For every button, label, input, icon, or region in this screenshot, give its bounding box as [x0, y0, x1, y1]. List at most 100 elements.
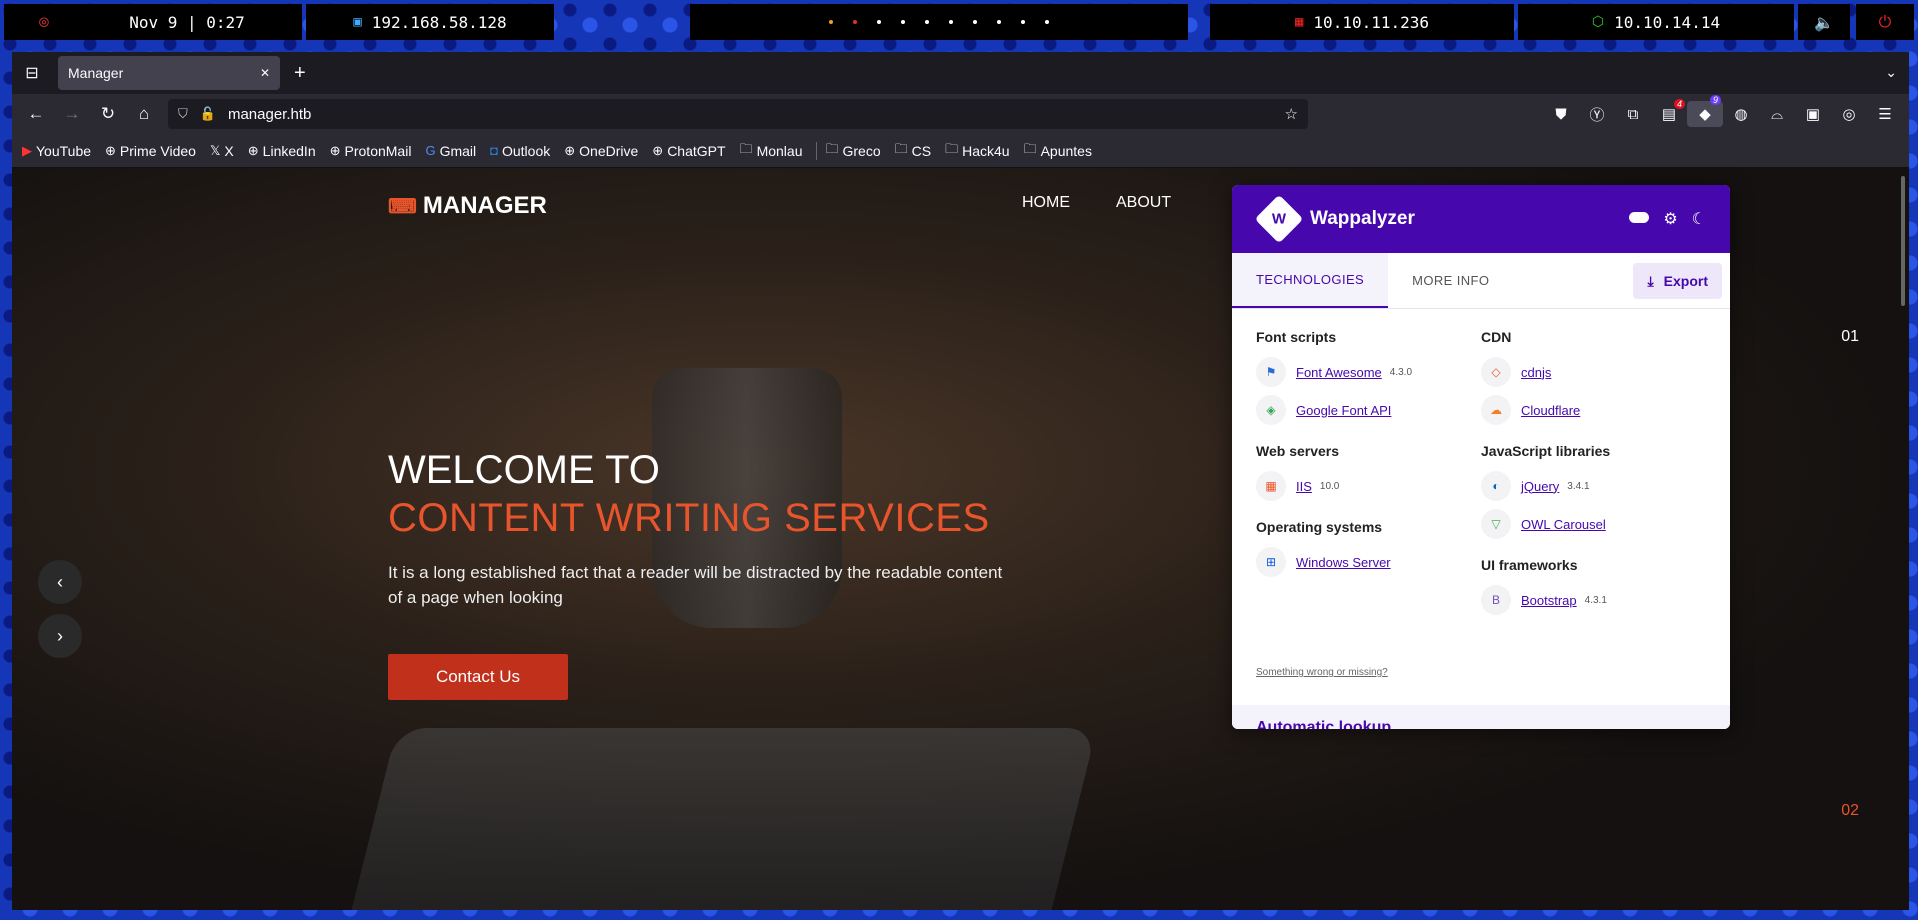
cdnjs-icon: ◇: [1481, 357, 1511, 387]
bookmark-x[interactable]: 𝕏X: [210, 143, 234, 159]
nav-home[interactable]: HOME: [1022, 194, 1070, 212]
wappalyzer-header: W Wappalyzer ⚙ ☾: [1232, 185, 1730, 253]
something-wrong-link[interactable]: Something wrong or missing?: [1256, 667, 1388, 678]
tech-name-link[interactable]: OWL Carousel: [1521, 517, 1606, 532]
bookmark-linkedin[interactable]: ⊕ LinkedIn: [248, 143, 316, 159]
export-button[interactable]: ⤓ Export: [1633, 263, 1722, 299]
back-icon[interactable]: ←: [18, 104, 54, 124]
tech-version: 4.3.0: [1389, 366, 1413, 378]
bookmark-protonmail[interactable]: ⊕ ProtonMail: [330, 143, 412, 159]
bookmark-label: CS: [911, 142, 932, 159]
power-icon[interactable]: ⏻: [1856, 4, 1914, 40]
tech-category: Font scripts ⚑ Font Awesome 4.3.0 ◈ Google Fo…: [1256, 329, 1481, 429]
volume-icon[interactable]: 🔈: [1798, 4, 1850, 40]
hero-heading: WELCOME TO: [388, 448, 660, 492]
url-bar[interactable]: ⛉ 🔓 manager.htb ☆: [168, 99, 1308, 129]
ext-red-icon[interactable]: ▤ 4: [1651, 99, 1687, 123]
moon-icon[interactable]: ☾: [1692, 209, 1706, 229]
bookmark-onedrive[interactable]: ⊕ OneDrive: [564, 143, 638, 159]
site-nav: HOME ABOUT: [1022, 194, 1217, 212]
tech-item: ⚑ Font Awesome 4.3.0: [1256, 353, 1481, 391]
tech-name-link[interactable]: Bootstrap: [1521, 593, 1577, 608]
tab-strip: ⊟ Manager ✕ + ⌄: [12, 52, 1909, 94]
url-text[interactable]: manager.htb: [228, 106, 1285, 123]
bookmark-label: Monlau: [756, 142, 803, 159]
carousel-next-icon[interactable]: ›: [38, 614, 82, 658]
workspace-dots[interactable]: [690, 4, 1188, 40]
bookmark-label: Prime Video: [119, 142, 196, 159]
bookmark-monlau[interactable]: 🗀 Monlau: [740, 140, 803, 162]
close-tab-icon[interactable]: ✕: [260, 66, 270, 80]
wappalyzer-tabs: TECHNOLOGIES MORE INFO ⤓ Export: [1232, 253, 1730, 309]
nav-bar: ← → ↻ ⌂ ⛉ 🔓 manager.htb ☆ ⛊ Ⓨ ⧉ ▤ 4 ◆ 9 ◍ …: [12, 94, 1909, 134]
target-ip-widget: ▦ 10.10.11.236: [1210, 4, 1514, 40]
category-title: JavaScript libraries: [1481, 443, 1611, 459]
bookmark-outlook[interactable]: ◘ Outlook: [490, 143, 550, 159]
target-ip: 10.10.11.236: [1313, 12, 1430, 32]
hat-icon[interactable]: ⌓: [1759, 106, 1795, 123]
bookmark-label: Hack4u: [962, 142, 1010, 159]
tech-name-link[interactable]: IIS: [1296, 479, 1312, 494]
contact-us-button[interactable]: Contact Us: [388, 654, 568, 700]
chevron-down-icon[interactable]: ⌄: [1885, 64, 1897, 81]
ext-toolbox-icon[interactable]: ▣: [1795, 105, 1831, 123]
nav-about[interactable]: ABOUT: [1116, 194, 1171, 212]
menu-icon[interactable]: ☰: [1867, 105, 1903, 123]
bookmark-gmail[interactable]: G Gmail: [425, 143, 476, 159]
google-fonts-icon: ◈: [1256, 395, 1286, 425]
tech-item: ◇ cdnjs: [1481, 353, 1706, 391]
wappalyzer-ext-icon[interactable]: ◆ 9: [1687, 95, 1723, 127]
cookie-icon[interactable]: ◍: [1723, 105, 1759, 123]
folder-icon: 🗀: [894, 140, 908, 156]
shield-icon[interactable]: ⛉: [178, 106, 188, 122]
vpn-ip-widget: ⬡ 10.10.14.14: [1518, 4, 1794, 40]
bookmark-prime-video[interactable]: ⊕ Prime Video: [105, 143, 196, 159]
folder-apuntes[interactable]: 🗀 Apuntes: [1024, 140, 1092, 162]
tab-list-icon[interactable]: ⊟: [12, 63, 52, 83]
tab-manager[interactable]: Manager ✕: [58, 56, 280, 90]
tech-name-link[interactable]: cdnjs: [1521, 365, 1551, 380]
site-logo[interactable]: ⌨ MANAGER: [388, 192, 547, 220]
home-icon[interactable]: ⌂: [126, 104, 162, 124]
pocket-icon[interactable]: ⛊: [1543, 106, 1579, 123]
tech-name-link[interactable]: Cloudflare: [1521, 403, 1580, 418]
forward-icon[interactable]: →: [54, 104, 90, 124]
reload-icon[interactable]: ↻: [90, 104, 126, 124]
x-logo-icon: 𝕏: [209, 142, 221, 158]
gear-icon[interactable]: ⚙: [1663, 209, 1677, 229]
folder-greco[interactable]: 🗀 Greco: [825, 140, 880, 162]
bottom-text: Automatic lookup: [1256, 719, 1392, 729]
folder-cs[interactable]: 🗀 CS: [895, 140, 931, 162]
new-tab-icon[interactable]: +: [294, 62, 306, 85]
bookmark-youtube[interactable]: ▶ YouTube: [22, 143, 91, 159]
slide-indicator-02[interactable]: 02: [1841, 802, 1859, 820]
slide-indicator-01[interactable]: 01: [1841, 328, 1859, 346]
windows-icon: ⊞: [1256, 547, 1286, 577]
clock-text: Nov 9 | 0:27: [129, 12, 245, 32]
local-ip: 192.168.58.128: [371, 12, 507, 32]
yandex-icon[interactable]: Ⓨ: [1579, 104, 1615, 125]
tech-name-link[interactable]: jQuery: [1521, 479, 1559, 494]
tech-item: B Bootstrap 4.3.1: [1481, 581, 1706, 619]
folder-hack4u[interactable]: 🗀 Hack4u: [945, 140, 1009, 162]
tech-item: ▦ IIS 10.0: [1256, 467, 1481, 505]
tab-more-info[interactable]: MORE INFO: [1388, 253, 1513, 308]
tech-name-link[interactable]: Font Awesome: [1296, 365, 1382, 380]
jquery-icon: ◐: [1481, 471, 1511, 501]
extensions-icon[interactable]: ⧉: [1615, 106, 1651, 123]
carousel-prev-icon[interactable]: ‹: [38, 560, 82, 604]
insecure-lock-icon[interactable]: 🔓: [200, 106, 216, 122]
foxyproxy-icon[interactable]: ◎: [1831, 105, 1867, 123]
tech-name-link[interactable]: Google Font API: [1296, 403, 1391, 418]
bookmark-label: ChatGPT: [667, 142, 726, 159]
bookmark-star-icon[interactable]: ☆: [1285, 105, 1298, 123]
category-title: Operating systems: [1256, 519, 1383, 535]
cloudflare-icon: ☁: [1481, 395, 1511, 425]
clock: Nov 9 | 0:27: [72, 4, 302, 40]
tab-technologies[interactable]: TECHNOLOGIES: [1232, 253, 1389, 308]
toggle-icon[interactable]: [1615, 209, 1650, 229]
tech-name-link[interactable]: Windows Server: [1296, 555, 1391, 570]
page-scrollbar[interactable]: [1901, 176, 1905, 306]
bookmark-chatgpt[interactable]: ⊕ ChatGPT: [652, 143, 725, 159]
wappalyzer-controls: ⚙ ☾: [1601, 209, 1706, 229]
